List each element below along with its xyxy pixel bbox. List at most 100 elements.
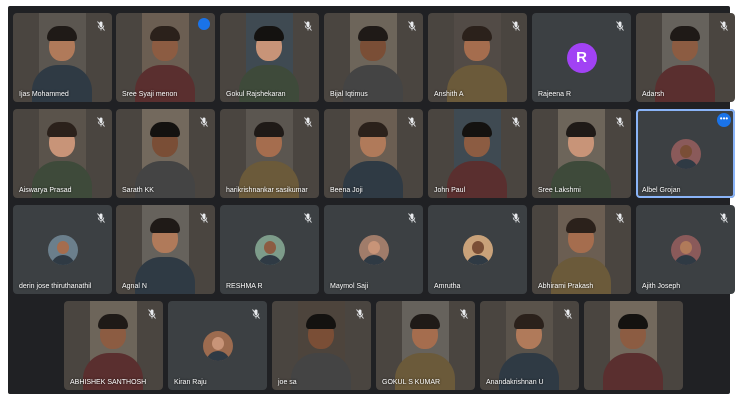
participant-tile[interactable]: ••• Albel Grojan bbox=[636, 109, 735, 198]
participant-video bbox=[551, 109, 612, 198]
participant-video bbox=[135, 205, 196, 294]
participant-name: Adarsh bbox=[642, 91, 665, 98]
participant-tile[interactable]: Maymol Saji bbox=[324, 205, 423, 294]
mic-off-icon bbox=[200, 114, 208, 127]
participant-tile[interactable]: Aiswarya Prasad bbox=[13, 109, 112, 198]
participant-name: Sree Lakshmi bbox=[538, 187, 581, 194]
participant-tile[interactable]: Anshith A bbox=[428, 13, 527, 102]
participant-tile[interactable]: Ajith Joseph bbox=[636, 205, 735, 294]
participant-tile[interactable]: derin jose thiruthanathil bbox=[13, 205, 112, 294]
participant-name: RESHMA R bbox=[226, 283, 263, 290]
participant-name: Anandakrishnan U bbox=[486, 379, 544, 386]
participant-tile[interactable]: Agnal N bbox=[116, 205, 215, 294]
mic-off-icon bbox=[408, 114, 416, 127]
participant-name: Albel Grojan bbox=[642, 187, 681, 194]
participant-tile[interactable]: Ijas Mohammed bbox=[13, 13, 112, 102]
participant-tile[interactable] bbox=[584, 301, 683, 390]
mic-off-icon bbox=[148, 306, 156, 319]
participant-video bbox=[655, 13, 716, 102]
mic-off-icon bbox=[460, 306, 468, 319]
participant-tile[interactable]: Sarath KK bbox=[116, 109, 215, 198]
participant-tile[interactable]: joe sa bbox=[272, 301, 371, 390]
participant-name: Bijal Iqtimus bbox=[330, 91, 368, 98]
participant-name: John Paul bbox=[434, 187, 466, 194]
participant-tile[interactable]: Gokul Rajshekaran bbox=[220, 13, 319, 102]
participant-name: Ijas Mohammed bbox=[19, 91, 69, 98]
participant-tile[interactable]: Beena Joji bbox=[324, 109, 423, 198]
participant-name: Anshith A bbox=[434, 91, 464, 98]
participant-name: derin jose thiruthanathil bbox=[19, 283, 92, 290]
more-options-icon[interactable]: ••• bbox=[717, 113, 731, 127]
mic-off-icon bbox=[408, 18, 416, 31]
participant-tile[interactable]: Abhirami Prakash bbox=[532, 205, 631, 294]
avatar bbox=[462, 234, 493, 265]
participant-video bbox=[343, 109, 404, 198]
participant-tile[interactable]: harikrishnankar sasikumar bbox=[220, 109, 319, 198]
participant-name: Sree Syaji menon bbox=[122, 91, 178, 98]
participant-tile[interactable]: Adarsh bbox=[636, 13, 735, 102]
participant-tile[interactable]: John Paul bbox=[428, 109, 527, 198]
mic-off-icon bbox=[200, 210, 208, 223]
participant-tile[interactable]: Sree Syaji menon bbox=[116, 13, 215, 102]
participant-name: joe sa bbox=[278, 379, 297, 386]
participant-name: GOKUL S KUMAR bbox=[382, 379, 441, 386]
participant-tile[interactable]: ABHISHEK SANTHOSH bbox=[64, 301, 163, 390]
mic-off-icon bbox=[408, 210, 416, 223]
participant-tile[interactable]: Sree Lakshmi bbox=[532, 109, 631, 198]
mic-off-icon bbox=[512, 210, 520, 223]
participant-video bbox=[239, 13, 300, 102]
participant-tile[interactable]: Anandakrishnan U bbox=[480, 301, 579, 390]
participant-tile[interactable]: R Rajeena R bbox=[532, 13, 631, 102]
mic-off-icon bbox=[512, 18, 520, 31]
participant-name: ABHISHEK SANTHOSH bbox=[70, 379, 147, 386]
avatar bbox=[254, 234, 285, 265]
participant-video bbox=[499, 301, 560, 390]
mic-off-icon bbox=[564, 306, 572, 319]
mic-off-icon bbox=[252, 306, 260, 319]
avatar bbox=[202, 330, 233, 361]
mic-off-icon bbox=[616, 114, 624, 127]
participant-name: Abhirami Prakash bbox=[538, 283, 594, 290]
participant-video bbox=[395, 301, 456, 390]
participant-tile[interactable]: RESHMA R bbox=[220, 205, 319, 294]
participant-video bbox=[603, 301, 664, 390]
participant-name: Sarath KK bbox=[122, 187, 154, 194]
participant-video bbox=[447, 109, 508, 198]
avatar: R bbox=[566, 42, 597, 73]
participant-video bbox=[32, 13, 93, 102]
mic-off-icon bbox=[97, 210, 105, 223]
avatar bbox=[670, 138, 701, 169]
participant-tile[interactable]: Amrutha bbox=[428, 205, 527, 294]
participant-video bbox=[32, 109, 93, 198]
participant-name: Beena Joji bbox=[330, 187, 363, 194]
participant-name: Amrutha bbox=[434, 283, 461, 290]
meeting-grid: Ijas Mohammed Sree Syaji menon Gokul Rajsh… bbox=[8, 6, 735, 394]
speaking-indicator-icon bbox=[198, 18, 210, 30]
participant-name: harikrishnankar sasikumar bbox=[226, 187, 308, 194]
avatar bbox=[358, 234, 389, 265]
participant-name: Agnal N bbox=[122, 283, 147, 290]
participant-video bbox=[447, 13, 508, 102]
mic-off-icon bbox=[97, 18, 105, 31]
participant-tile[interactable]: GOKUL S KUMAR bbox=[376, 301, 475, 390]
participant-name: Kiran Raju bbox=[174, 379, 207, 386]
participant-tile[interactable]: Bijal Iqtimus bbox=[324, 13, 423, 102]
mic-off-icon bbox=[616, 210, 624, 223]
participant-name: Ajith Joseph bbox=[642, 283, 681, 290]
participant-name: Gokul Rajshekaran bbox=[226, 91, 286, 98]
avatar bbox=[47, 234, 78, 265]
participant-name: Rajeena R bbox=[538, 91, 572, 98]
mic-off-icon bbox=[720, 210, 728, 223]
mic-off-icon bbox=[720, 18, 728, 31]
participant-video bbox=[83, 301, 144, 390]
participant-video bbox=[343, 13, 404, 102]
mic-off-icon bbox=[304, 18, 312, 31]
participant-video bbox=[135, 109, 196, 198]
mic-off-icon bbox=[616, 18, 624, 31]
participant-tile[interactable]: Kiran Raju bbox=[168, 301, 267, 390]
participant-name: Maymol Saji bbox=[330, 283, 369, 290]
participant-video bbox=[291, 301, 352, 390]
participant-video bbox=[551, 205, 612, 294]
participant-name: Aiswarya Prasad bbox=[19, 187, 72, 194]
mic-off-icon bbox=[97, 114, 105, 127]
